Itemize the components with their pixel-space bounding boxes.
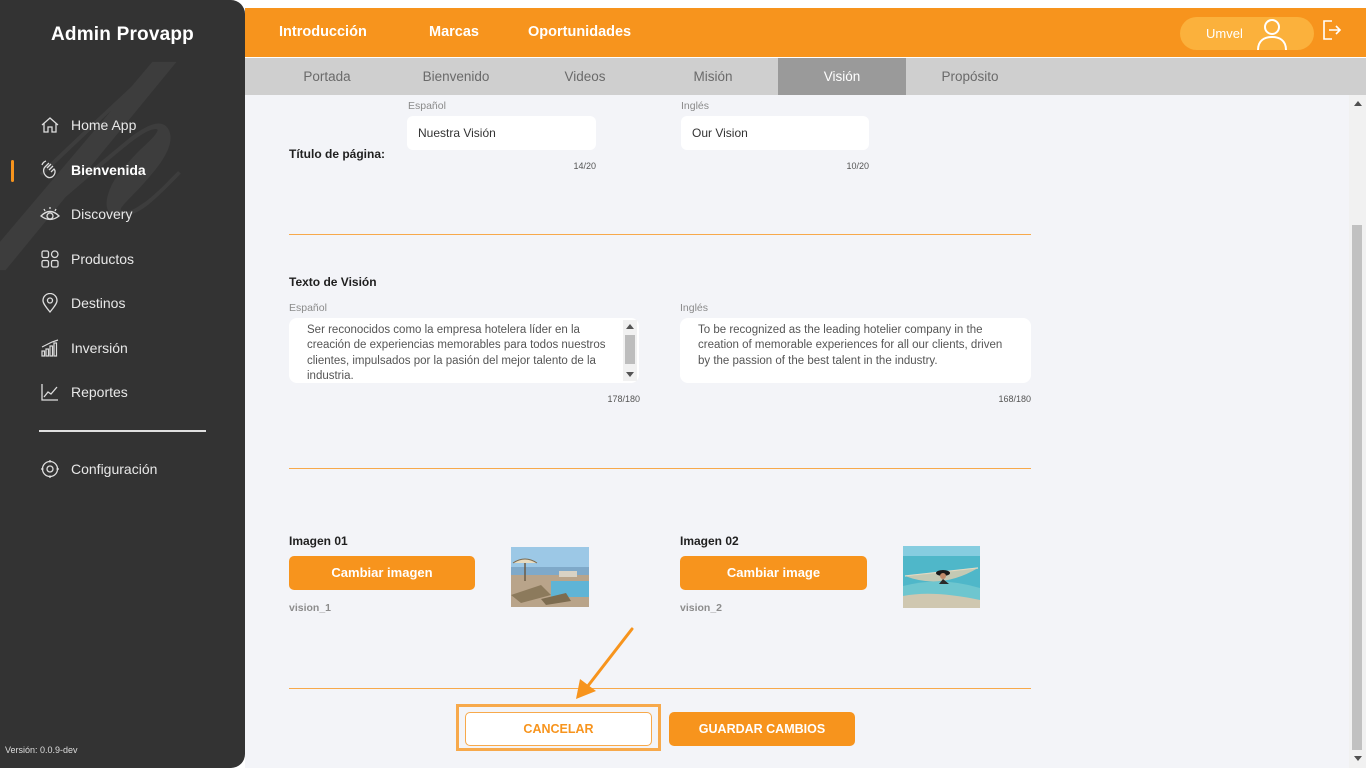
sidebar-item-home-app[interactable]: Home App — [0, 103, 245, 148]
sidebar-item-label: Configuración — [71, 461, 158, 478]
sidebar-divider — [39, 430, 206, 432]
vision-text-label: Texto de Visión — [289, 275, 377, 289]
tab-videos[interactable]: Videos — [521, 58, 649, 95]
logout-icon[interactable] — [1320, 19, 1342, 46]
tab-marcas[interactable]: Marcas — [429, 8, 479, 57]
vision-es-text: Ser reconocidos como la empresa hotelera… — [307, 324, 606, 382]
sidebar: 𝓅 Admin Provapp Home App Bienvenida Disc… — [0, 0, 245, 768]
scroll-down-arrow-icon[interactable] — [626, 372, 634, 377]
sidebar-item-label: Home App — [71, 117, 137, 134]
sidebar-item-label: Discovery — [71, 206, 133, 223]
image1-filename: vision_1 — [289, 602, 332, 614]
scroll-up-arrow-icon[interactable] — [1354, 101, 1362, 106]
user-name: Umvel — [1206, 26, 1243, 41]
title-es-label: Español — [408, 100, 446, 112]
version-label: Versión: 0.0.9-dev — [5, 745, 78, 755]
line-chart-icon — [39, 381, 61, 403]
vision-en-counter: 168/180 — [998, 394, 1031, 404]
title-en-counter: 10/20 — [846, 161, 869, 171]
image2-filename: vision_2 — [680, 602, 723, 614]
sub-tab-bar: Portada Bienvenido Videos Misión Visión … — [245, 58, 1366, 95]
scroll-thumb[interactable] — [625, 335, 635, 364]
bar-chart-icon — [39, 337, 61, 359]
annotation-arrow-icon — [576, 627, 634, 699]
grid-icon — [39, 248, 61, 270]
app-root: 𝓅 Admin Provapp Home App Bienvenida Disc… — [0, 0, 1366, 768]
sidebar-item-label: Bienvenida — [71, 161, 146, 178]
vision-image-1-thumbnail — [511, 547, 589, 607]
tab-portada[interactable]: Portada — [263, 58, 391, 95]
sidebar-item-label: Productos — [71, 250, 135, 267]
main-content: Español Inglés Título de página: 14/20 1… — [245, 95, 1349, 768]
title-en-input[interactable] — [681, 116, 869, 150]
vision-es-scrollbar[interactable] — [623, 320, 637, 381]
change-image1-button[interactable]: Cambiar imagen — [289, 556, 475, 590]
image1-label: Imagen 01 — [289, 534, 348, 548]
vision-image-2-thumbnail — [903, 546, 980, 608]
sidebar-item-discovery[interactable]: Discovery — [0, 192, 245, 237]
vision-en-textarea[interactable]: To be recognized as the leading hotelier… — [680, 318, 1031, 383]
image2-label: Imagen 02 — [680, 534, 739, 548]
change-image2-button[interactable]: Cambiar image — [680, 556, 867, 590]
location-pin-icon — [39, 292, 61, 314]
user-avatar-icon — [1254, 15, 1290, 56]
tab-mision[interactable]: Misión — [649, 58, 777, 95]
top-nav-bar: Introducción Marcas Oportunidades Umvel — [245, 8, 1366, 57]
app-title: Admin Provapp — [50, 24, 194, 45]
tab-bienvenido[interactable]: Bienvenido — [392, 58, 520, 95]
section-divider — [289, 468, 1031, 469]
sidebar-config-section: Configuración — [0, 447, 245, 492]
scroll-down-arrow-icon[interactable] — [1354, 756, 1362, 761]
sidebar-item-destinos[interactable]: Destinos — [0, 281, 245, 326]
section-divider — [289, 234, 1031, 235]
vision-es-textarea[interactable]: Ser reconocidos como la empresa hotelera… — [289, 318, 639, 383]
sidebar-item-productos[interactable]: Productos — [0, 237, 245, 282]
tab-oportunidades[interactable]: Oportunidades — [528, 8, 631, 57]
sidebar-item-bienvenida[interactable]: Bienvenida — [0, 148, 245, 193]
vision-es-label: Español — [289, 302, 327, 314]
vision-en-text: To be recognized as the leading hotelier… — [698, 324, 1003, 367]
user-menu[interactable]: Umvel — [1180, 17, 1314, 51]
sidebar-item-configuracion[interactable]: Configuración — [0, 447, 245, 492]
sidebar-item-reportes[interactable]: Reportes — [0, 370, 245, 415]
scroll-up-arrow-icon[interactable] — [626, 324, 634, 329]
sidebar-item-inversion[interactable]: Inversión — [0, 326, 245, 371]
title-en-label: Inglés — [681, 100, 710, 112]
eye-icon — [39, 203, 61, 225]
vision-es-counter: 178/180 — [607, 394, 640, 404]
wave-hand-icon — [39, 159, 61, 181]
gear-icon — [39, 458, 61, 480]
section-divider — [289, 688, 1031, 689]
sidebar-item-label: Reportes — [71, 384, 128, 401]
vision-en-label: Inglés — [680, 302, 709, 314]
save-changes-button[interactable]: GUARDAR CAMBIOS — [669, 712, 855, 746]
home-icon — [39, 114, 61, 136]
cancel-button[interactable]: CANCELAR — [465, 712, 652, 746]
page-scroll-thumb[interactable] — [1352, 225, 1362, 750]
sidebar-nav: Home App Bienvenida Discovery Productos — [0, 103, 245, 415]
sidebar-item-label: Inversión — [71, 339, 128, 356]
page-title-label: Título de página: — [289, 147, 385, 161]
tab-vision[interactable]: Visión — [778, 58, 906, 95]
sidebar-item-label: Destinos — [71, 295, 126, 312]
page-scrollbar[interactable] — [1349, 95, 1366, 768]
title-es-input[interactable] — [407, 116, 596, 150]
title-es-counter: 14/20 — [573, 161, 596, 171]
tab-proposito[interactable]: Propósito — [906, 58, 1034, 95]
tab-introduccion[interactable]: Introducción — [279, 8, 367, 57]
